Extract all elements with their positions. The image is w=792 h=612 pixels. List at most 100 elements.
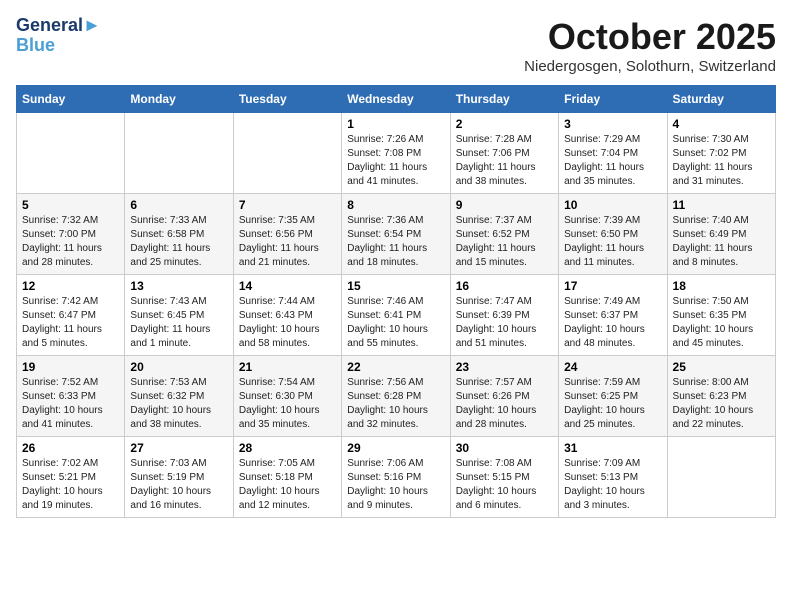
calendar-cell: [125, 113, 233, 194]
day-info: Sunrise: 7:59 AM Sunset: 6:25 PM Dayligh…: [564, 376, 661, 432]
day-number: 11: [673, 198, 770, 212]
weekday-header: Saturday: [667, 86, 775, 113]
day-number: 29: [347, 441, 444, 455]
logo-text: General► Blue: [16, 16, 101, 56]
weekday-header-row: SundayMondayTuesdayWednesdayThursdayFrid…: [17, 86, 776, 113]
weekday-header: Sunday: [17, 86, 125, 113]
day-info: Sunrise: 7:02 AM Sunset: 5:21 PM Dayligh…: [22, 457, 119, 513]
calendar-cell: 18Sunrise: 7:50 AM Sunset: 6:35 PM Dayli…: [667, 275, 775, 356]
day-info: Sunrise: 7:44 AM Sunset: 6:43 PM Dayligh…: [239, 295, 336, 351]
day-info: Sunrise: 7:08 AM Sunset: 5:15 PM Dayligh…: [456, 457, 553, 513]
day-number: 13: [130, 279, 227, 293]
day-number: 27: [130, 441, 227, 455]
day-info: Sunrise: 7:40 AM Sunset: 6:49 PM Dayligh…: [673, 214, 770, 270]
calendar-cell: 11 Sunrise: 7:40 AM Sunset: 6:49 PM Dayli…: [667, 194, 775, 275]
day-number: 4: [673, 117, 770, 131]
page-header: General► Blue October 2025 Niedergosgen,…: [16, 16, 776, 75]
calendar-cell: 28Sunrise: 7:05 AM Sunset: 5:18 PM Dayli…: [233, 437, 341, 518]
day-info: Sunrise: 7:56 AM Sunset: 6:28 PM Dayligh…: [347, 376, 444, 432]
day-info: Sunrise: 7:47 AM Sunset: 6:39 PM Dayligh…: [456, 295, 553, 351]
day-info: Sunrise: 7:32 AM Sunset: 7:00 PM Dayligh…: [22, 214, 119, 270]
day-info: Sunrise: 7:06 AM Sunset: 5:16 PM Dayligh…: [347, 457, 444, 513]
calendar-cell: 30 Sunrise: 7:08 AM Sunset: 5:15 PM Dayli…: [450, 437, 558, 518]
day-info: Sunrise: 7:28 AM Sunset: 7:06 PM Dayligh…: [456, 133, 553, 189]
day-number: 21: [239, 360, 336, 374]
day-info: Sunrise: 7:36 AM Sunset: 6:54 PM Dayligh…: [347, 214, 444, 270]
calendar-cell: 27 Sunrise: 7:03 AM Sunset: 5:19 PM Dayli…: [125, 437, 233, 518]
day-info: Sunrise: 7:35 AM Sunset: 6:56 PM Dayligh…: [239, 214, 336, 270]
calendar-cell: 3Sunrise: 7:29 AM Sunset: 7:04 PM Daylig…: [559, 113, 667, 194]
calendar-week-row: 12 Sunrise: 7:42 AM Sunset: 6:47 PM Dayli…: [17, 275, 776, 356]
calendar-week-row: 19 Sunrise: 7:52 AM Sunset: 6:33 PM Dayli…: [17, 356, 776, 437]
calendar-cell: 14Sunrise: 7:44 AM Sunset: 6:43 PM Dayli…: [233, 275, 341, 356]
weekday-header: Monday: [125, 86, 233, 113]
calendar-cell: 20 Sunrise: 7:53 AM Sunset: 6:32 PM Dayli…: [125, 356, 233, 437]
day-info: Sunrise: 7:30 AM Sunset: 7:02 PM Dayligh…: [673, 133, 770, 189]
day-number: 3: [564, 117, 661, 131]
day-number: 20: [130, 360, 227, 374]
title-block: October 2025 Niedergosgen, Solothurn, Sw…: [524, 16, 776, 75]
day-info: Sunrise: 7:52 AM Sunset: 6:33 PM Dayligh…: [22, 376, 119, 432]
calendar-cell: 22 Sunrise: 7:56 AM Sunset: 6:28 PM Dayli…: [342, 356, 450, 437]
day-number: 31: [564, 441, 661, 455]
calendar-cell: 19 Sunrise: 7:52 AM Sunset: 6:33 PM Dayli…: [17, 356, 125, 437]
calendar-cell: [667, 437, 775, 518]
day-number: 30: [456, 441, 553, 455]
day-info: Sunrise: 7:26 AM Sunset: 7:08 PM Dayligh…: [347, 133, 444, 189]
day-number: 12: [22, 279, 119, 293]
calendar-cell: 6 Sunrise: 7:33 AM Sunset: 6:58 PM Daylig…: [125, 194, 233, 275]
day-number: 15: [347, 279, 444, 293]
calendar-cell: 5 Sunrise: 7:32 AM Sunset: 7:00 PM Daylig…: [17, 194, 125, 275]
day-info: Sunrise: 7:43 AM Sunset: 6:45 PM Dayligh…: [130, 295, 227, 351]
calendar-cell: 17 Sunrise: 7:49 AM Sunset: 6:37 PM Dayli…: [559, 275, 667, 356]
calendar-cell: [233, 113, 341, 194]
calendar-cell: 9 Sunrise: 7:37 AM Sunset: 6:52 PM Daylig…: [450, 194, 558, 275]
day-info: Sunrise: 7:09 AM Sunset: 5:13 PM Dayligh…: [564, 457, 661, 513]
calendar-cell: 8 Sunrise: 7:36 AM Sunset: 6:54 PM Daylig…: [342, 194, 450, 275]
calendar-table: SundayMondayTuesdayWednesdayThursdayFrid…: [16, 85, 776, 518]
day-number: 17: [564, 279, 661, 293]
day-info: Sunrise: 7:05 AM Sunset: 5:18 PM Dayligh…: [239, 457, 336, 513]
day-info: Sunrise: 7:03 AM Sunset: 5:19 PM Dayligh…: [130, 457, 227, 513]
calendar-cell: 10 Sunrise: 7:39 AM Sunset: 6:50 PM Dayli…: [559, 194, 667, 275]
weekday-header: Tuesday: [233, 86, 341, 113]
day-number: 24: [564, 360, 661, 374]
calendar-cell: 15Sunrise: 7:46 AM Sunset: 6:41 PM Dayli…: [342, 275, 450, 356]
calendar-cell: 21 Sunrise: 7:54 AM Sunset: 6:30 PM Dayli…: [233, 356, 341, 437]
day-number: 19: [22, 360, 119, 374]
day-number: 7: [239, 198, 336, 212]
calendar-week-row: 26Sunrise: 7:02 AM Sunset: 5:21 PM Dayli…: [17, 437, 776, 518]
calendar-cell: 24 Sunrise: 7:59 AM Sunset: 6:25 PM Dayli…: [559, 356, 667, 437]
day-info: Sunrise: 7:37 AM Sunset: 6:52 PM Dayligh…: [456, 214, 553, 270]
day-number: 9: [456, 198, 553, 212]
calendar-week-row: 5 Sunrise: 7:32 AM Sunset: 7:00 PM Daylig…: [17, 194, 776, 275]
day-number: 8: [347, 198, 444, 212]
day-info: Sunrise: 8:00 AM Sunset: 6:23 PM Dayligh…: [673, 376, 770, 432]
calendar-cell: 29 Sunrise: 7:06 AM Sunset: 5:16 PM Dayli…: [342, 437, 450, 518]
day-info: Sunrise: 7:54 AM Sunset: 6:30 PM Dayligh…: [239, 376, 336, 432]
calendar-cell: 31 Sunrise: 7:09 AM Sunset: 5:13 PM Dayli…: [559, 437, 667, 518]
weekday-header: Friday: [559, 86, 667, 113]
day-number: 18: [673, 279, 770, 293]
calendar-cell: 7 Sunrise: 7:35 AM Sunset: 6:56 PM Daylig…: [233, 194, 341, 275]
day-number: 5: [22, 198, 119, 212]
day-number: 22: [347, 360, 444, 374]
day-number: 10: [564, 198, 661, 212]
location: Niedergosgen, Solothurn, Switzerland: [524, 58, 776, 75]
month-title: October 2025: [524, 16, 776, 58]
day-number: 23: [456, 360, 553, 374]
day-info: Sunrise: 7:39 AM Sunset: 6:50 PM Dayligh…: [564, 214, 661, 270]
day-number: 2: [456, 117, 553, 131]
calendar-cell: 25 Sunrise: 8:00 AM Sunset: 6:23 PM Dayli…: [667, 356, 775, 437]
day-number: 6: [130, 198, 227, 212]
day-info: Sunrise: 7:49 AM Sunset: 6:37 PM Dayligh…: [564, 295, 661, 351]
day-number: 25: [673, 360, 770, 374]
day-info: Sunrise: 7:53 AM Sunset: 6:32 PM Dayligh…: [130, 376, 227, 432]
day-number: 1: [347, 117, 444, 131]
calendar-cell: 26Sunrise: 7:02 AM Sunset: 5:21 PM Dayli…: [17, 437, 125, 518]
calendar-cell: 13 Sunrise: 7:43 AM Sunset: 6:45 PM Dayli…: [125, 275, 233, 356]
calendar-cell: 4 Sunrise: 7:30 AM Sunset: 7:02 PM Daylig…: [667, 113, 775, 194]
day-number: 16: [456, 279, 553, 293]
day-info: Sunrise: 7:42 AM Sunset: 6:47 PM Dayligh…: [22, 295, 119, 351]
day-info: Sunrise: 7:33 AM Sunset: 6:58 PM Dayligh…: [130, 214, 227, 270]
